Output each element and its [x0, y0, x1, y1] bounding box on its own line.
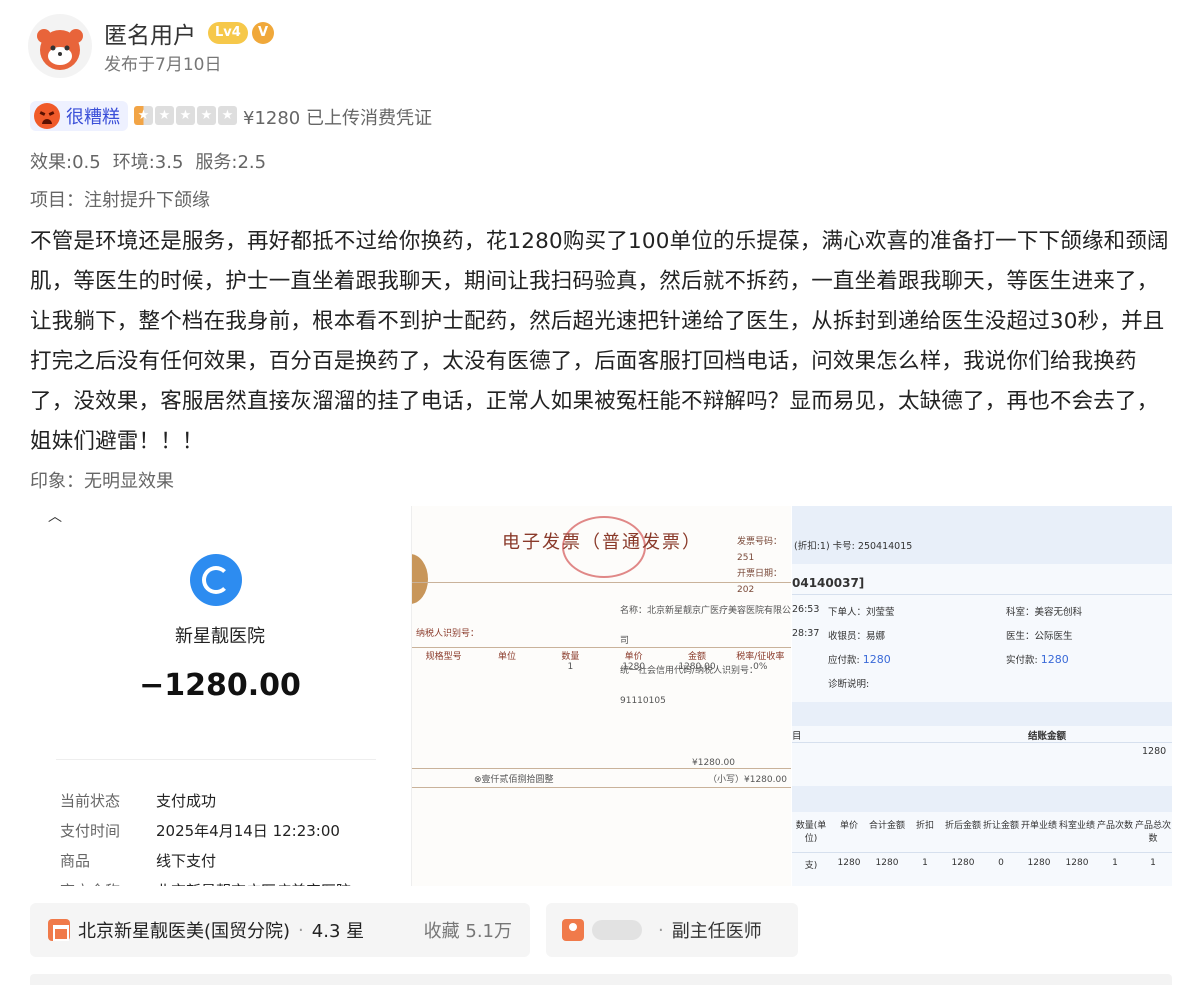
- receipt-doctor: 医生：公际医生: [1006, 631, 1073, 642]
- receipt-settle-value: 1280: [1142, 746, 1167, 757]
- rating-pill: 很糟糕: [30, 101, 128, 131]
- project-label: 项目：注射提升下颌缘: [30, 190, 210, 211]
- clinic-icon: [48, 919, 70, 941]
- receipt-card: (折扣:1) 卡号: 250414015: [794, 541, 913, 552]
- username[interactable]: 匿名用户: [104, 16, 196, 50]
- invoice-values: 1 1280 1280.00 0%: [567, 662, 768, 672]
- doctor-icon: [562, 919, 584, 941]
- star-icon: ★: [218, 106, 237, 125]
- receipt-items: 目: [792, 731, 802, 742]
- receipt-band: [792, 702, 1172, 726]
- rating-label: 很糟糕: [66, 107, 120, 128]
- star-icon: ★: [134, 106, 153, 125]
- receipt-table-row: 支) 1280 1280 1 1280 0 1280 1280 1 1: [804, 858, 1156, 871]
- next-card-edge: [30, 974, 1172, 985]
- red-panda-avatar-icon: [37, 29, 83, 70]
- invoice-heads: 规格型号 单位 数量 单价 金额 税率/征收率: [425, 652, 785, 662]
- receipt-orderer: 下单人：刘莹莹: [828, 607, 895, 618]
- invoice-total: ¥1280.00: [692, 758, 735, 768]
- receipt-time: 28:37: [792, 628, 820, 639]
- clinic-name: 北京新星靓医美(国贸分院): [78, 921, 291, 942]
- receipt-cashier: 收银员：易娜: [828, 631, 886, 642]
- pay-details: 当前状态 支付成功 支付时间 2025年4月14日 12:23:00 商品 线下支付 …: [60, 786, 390, 886]
- clinic-favorites: 收藏 5.1万: [423, 921, 512, 942]
- receipt-band: [792, 506, 1172, 564]
- divider: [792, 852, 1172, 853]
- price-note: ¥1280 已上传消费凭证: [243, 108, 432, 129]
- invoice-small-total: （小写）¥1280.00: [708, 775, 787, 785]
- clinic-rating: 4.3 星: [311, 921, 365, 942]
- pay-amount: −1280.00: [139, 668, 301, 703]
- separator-dot: ·: [658, 919, 664, 941]
- star-icon: ★: [197, 106, 216, 125]
- pay-row: 当前状态 支付成功: [60, 792, 217, 810]
- chevron-up-icon: ︿: [48, 509, 62, 525]
- divider: [792, 594, 1172, 595]
- image-strip[interactable]: ︿ 新星靓医院 −1280.00 当前状态 支付成功 支付时间 2025年4月14日…: [30, 506, 1172, 886]
- separator-dot: ·: [298, 919, 304, 941]
- receipt-screenshot[interactable]: (折扣:1) 卡号: 250414015 04140037] 26:53 28:…: [792, 506, 1172, 886]
- pay-row: 商户全称北京新星靓京广医疗美容医院: [60, 876, 390, 886]
- star-rating: ★ ★ ★ ★ ★: [134, 106, 237, 125]
- pay-row: 支付时间 2025年4月14日 12:23:00: [60, 822, 340, 840]
- level-badge: Lv4: [208, 22, 248, 44]
- scores: 效果:0.5 环境:3.5 服务:2.5: [30, 148, 266, 174]
- impression-label: 印象：无明显效果: [30, 471, 174, 492]
- score-environment: 环境:3.5: [112, 152, 184, 173]
- star-icon: ★: [176, 106, 195, 125]
- review-text: 不管是环境还是服务，再好都抵不过给你换药，花1280购买了100单位的乐提葆，满…: [30, 229, 1169, 454]
- divider: [792, 742, 1172, 743]
- payment-logo-icon: [190, 554, 242, 606]
- receipt-dept: 科室：美容无创科: [1006, 607, 1083, 618]
- redacted-name: [592, 920, 642, 940]
- receipt-band: [792, 786, 1172, 812]
- receipt-paid: 实付款: 1280: [1006, 653, 1069, 666]
- pay-merchant: 新星靓医院: [175, 626, 265, 647]
- invoice-title: 电子发票（普通发票）: [502, 532, 702, 553]
- score-effect: 效果:0.5: [30, 152, 101, 173]
- receipt-note: 诊断说明:: [828, 679, 870, 690]
- receipt-payable: 应付款: 1280: [828, 653, 891, 666]
- clinic-chip[interactable]: 北京新星靓医美(国贸分院) · 4.3 星 收藏 5.1万: [30, 903, 530, 957]
- receipt-order-no: 04140037]: [792, 576, 865, 590]
- angry-face-icon: [34, 103, 60, 129]
- receipt-time: 26:53: [792, 604, 820, 615]
- invoice-screenshot[interactable]: 电子发票（普通发票） 发票号码：251 开票日期：202 名称：北京新星靓京广医…: [411, 506, 791, 886]
- score-service: 服务:2.5: [195, 152, 267, 173]
- receipt-table-head: 数量(单位) 单价 合计金额 折扣 折后金额 折让金额 开单业绩 科室业绩 产品次数 产品总…: [795, 821, 1171, 844]
- star-icon: ★: [155, 106, 174, 125]
- doctor-chip[interactable]: · 副主任医师: [546, 903, 798, 957]
- doctor-title: 副主任医师: [671, 921, 762, 942]
- receipt-settle-label: 结账金额: [1028, 731, 1067, 742]
- divider: [56, 759, 376, 760]
- pay-row: 商品 线下支付: [60, 852, 217, 870]
- post-date: 发布于7月10日: [104, 55, 222, 75]
- invoice-buyer: 纳税人识别号：: [416, 629, 480, 639]
- payment-screenshot[interactable]: ︿ 新星靓医院 −1280.00 当前状态 支付成功 支付时间 2025年4月14日…: [30, 506, 410, 886]
- verified-icon: V: [252, 22, 274, 44]
- user-avatar[interactable]: [28, 14, 92, 78]
- invoice-caps-total: ⊗壹仟贰佰捌拾圆整: [474, 775, 554, 785]
